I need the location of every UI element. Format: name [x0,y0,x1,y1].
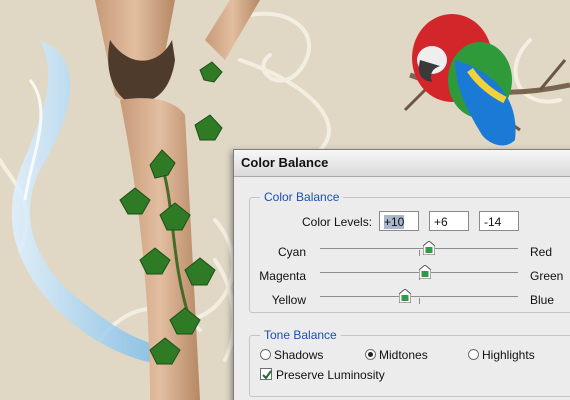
level-cyan-red-value: +10 [384,215,405,229]
magenta-green-slider[interactable] [320,264,518,286]
cyan-red-slider[interactable] [320,240,518,262]
slider-center-tick [419,250,420,256]
slider-cyan-label: Cyan [277,245,306,259]
radio-midtones[interactable] [365,349,376,360]
slider-thumb[interactable] [418,264,432,280]
slider-yellow-label: Yellow [271,293,306,307]
slider-green-label: Green [530,269,564,283]
slider-red-label: Red [530,245,553,259]
color-balance-dialog: Color Balance Color Balance Color Levels… [233,149,570,400]
slider-magenta-label: Magenta [259,269,306,283]
color-levels-label: Color Levels: [302,215,373,229]
radio-selected-dot [368,352,373,357]
slider-blue-label: Blue [530,293,555,307]
preserve-luminosity-label[interactable]: Preserve Luminosity [276,368,385,382]
checkmark-icon [262,370,272,380]
level-yellow-blue-value: -14 [484,215,502,229]
preserve-luminosity-checkbox[interactable] [260,368,272,380]
level-yellow-blue-field[interactable]: -14 [479,211,519,231]
radio-highlights[interactable] [468,349,479,360]
canvas-artwork: Color Balance Color Balance Color Levels… [0,0,570,400]
slider-center-tick [419,298,420,304]
tone-balance-group: Tone Balance Shadows Midtones Highlights… [249,327,570,397]
radio-highlights-label[interactable]: Highlights [482,348,535,362]
yellow-blue-slider[interactable] [320,288,518,310]
color-balance-group: Color Balance Color Levels: +10 +6 -14 C… [249,189,570,313]
slider-track[interactable] [320,248,518,249]
color-balance-group-title: Color Balance [260,189,344,205]
slider-track[interactable] [320,296,518,297]
level-magenta-green-field[interactable]: +6 [429,211,469,231]
dialog-title: Color Balance [234,150,570,177]
level-cyan-red-field[interactable]: +10 [379,211,419,231]
slider-thumb[interactable] [422,240,436,256]
level-magenta-green-value: +6 [434,215,448,229]
tone-balance-group-title: Tone Balance [260,327,341,343]
slider-thumb[interactable] [398,288,412,304]
radio-shadows-label[interactable]: Shadows [274,348,323,362]
radio-midtones-label[interactable]: Midtones [379,348,428,362]
radio-shadows[interactable] [260,349,271,360]
